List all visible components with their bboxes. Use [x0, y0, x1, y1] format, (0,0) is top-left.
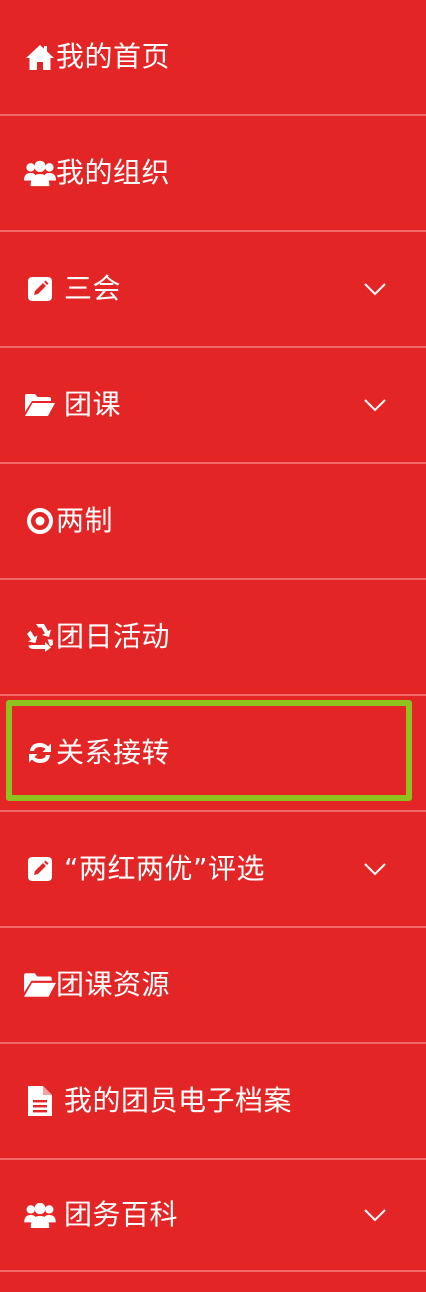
menu-item-label: 团日活动: [56, 620, 171, 653]
menu-item-label: 团课资源: [56, 968, 171, 1001]
menu-item-league-lessons[interactable]: 团课: [0, 348, 426, 464]
file-text-icon: [24, 1085, 56, 1117]
menu-item-relationship-transfer[interactable]: 关系接转: [0, 696, 426, 812]
menu-item-league-lesson-resources[interactable]: 团课资源: [0, 928, 426, 1044]
menu-item-two-systems[interactable]: 两制: [0, 464, 426, 580]
folder-open-icon: [24, 389, 56, 421]
menu-item-label: 我的团员电子档案: [64, 1084, 293, 1117]
menu-item-label: 团务百科: [64, 1198, 179, 1231]
users-icon: [24, 157, 56, 189]
chevron-down-icon[interactable]: [364, 1208, 386, 1222]
users-icon: [24, 1199, 56, 1231]
edit-square-icon: [24, 273, 56, 305]
menu-item-two-red-two-excellent-selection[interactable]: “两红两优”评选: [0, 812, 426, 928]
recycle-icon: [24, 621, 56, 653]
menu-item-league-day-activities[interactable]: 团日活动: [0, 580, 426, 696]
menu-item-league-affairs-encyclopedia[interactable]: 团务百科: [0, 1160, 426, 1272]
refresh-icon: [24, 737, 56, 769]
menu-item-label: “两红两优”评选: [64, 852, 266, 885]
menu-item-label: 我的组织: [56, 156, 171, 189]
menu-item-my-member-e-archive[interactable]: 我的团员电子档案: [0, 1044, 426, 1160]
chevron-down-icon[interactable]: [364, 398, 386, 412]
edit-square-icon: [24, 853, 56, 885]
menu-item-label: 我的首页: [56, 40, 171, 73]
home-icon: [24, 41, 56, 73]
menu-item-label: 两制: [56, 504, 114, 537]
menu-item-label: 关系接转: [56, 736, 171, 769]
menu-item-label: 团课: [64, 388, 122, 421]
chevron-down-icon[interactable]: [364, 282, 386, 296]
menu-item-three-meetings[interactable]: 三会: [0, 232, 426, 348]
target-icon: [24, 505, 56, 537]
menu-item-my-organization[interactable]: 我的组织: [0, 116, 426, 232]
sidebar-menu: 我的首页 我的组织 三会 团课 两制 团日活动 关系接转 “两红两优”评选 团课…: [0, 0, 426, 1292]
chevron-down-icon[interactable]: [364, 862, 386, 876]
folder-open-icon: [24, 969, 56, 1001]
menu-item-home[interactable]: 我的首页: [0, 0, 426, 116]
menu-item-label: 三会: [64, 272, 122, 305]
